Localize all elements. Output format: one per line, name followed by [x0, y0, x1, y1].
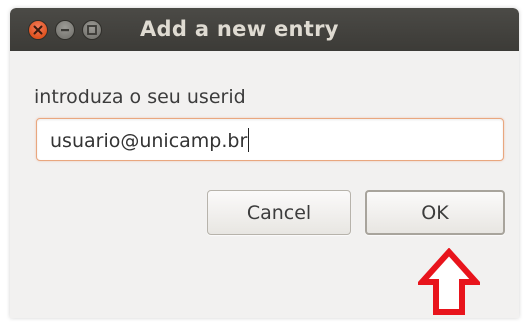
minimize-button[interactable] — [55, 20, 75, 40]
up-arrow-icon — [418, 248, 480, 315]
close-button[interactable] — [28, 20, 48, 40]
minimize-icon — [61, 29, 69, 32]
cancel-button-label: Cancel — [246, 201, 312, 224]
userid-input[interactable]: usuario@unicamp.br — [36, 118, 504, 161]
window-title: Add a new entry — [140, 17, 339, 41]
userid-value-text: usuario@unicamp.br — [50, 130, 248, 152]
title-bar[interactable]: Add a new entry — [10, 8, 519, 51]
text-caret — [248, 128, 250, 152]
ok-button-label: OK — [421, 201, 449, 224]
ok-button[interactable]: OK — [365, 190, 505, 235]
close-icon — [33, 25, 43, 35]
dialog-window: Add a new entry introduza o seu userid u… — [10, 8, 519, 318]
userid-prompt-label: introduza o seu userid — [34, 86, 246, 108]
maximize-button[interactable] — [82, 20, 102, 40]
maximize-icon — [87, 25, 97, 35]
userid-input-value: usuario@unicamp.br — [50, 128, 250, 152]
cancel-button[interactable]: Cancel — [207, 190, 351, 235]
